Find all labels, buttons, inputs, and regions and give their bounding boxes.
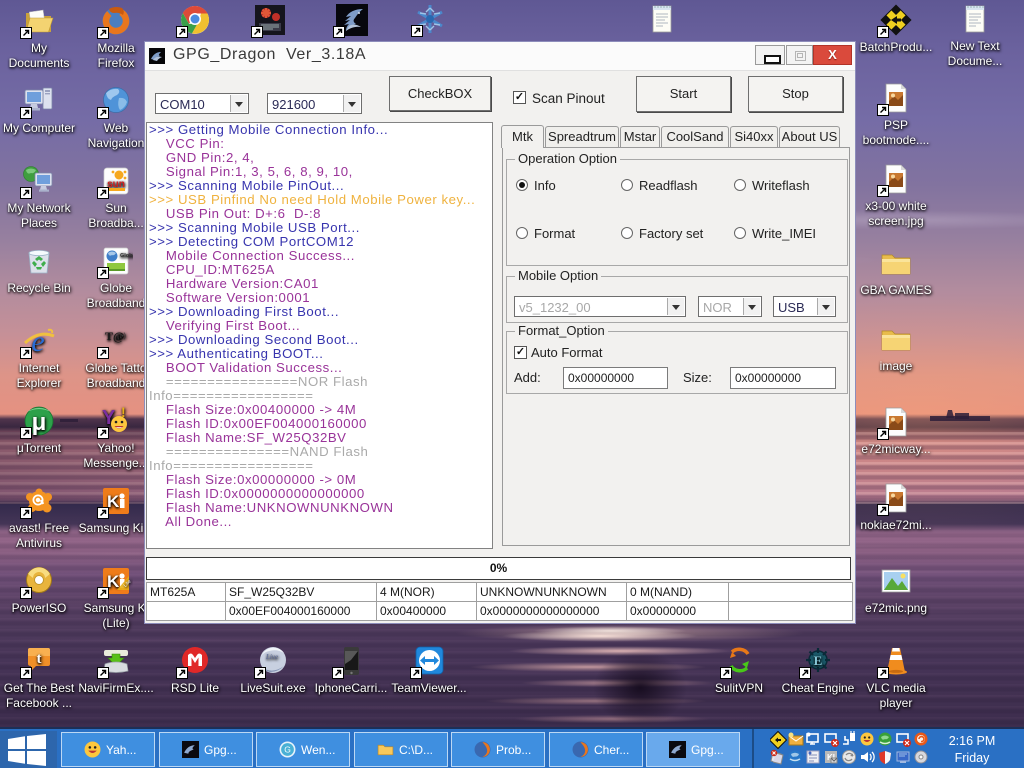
svg-text:e: e — [31, 325, 44, 358]
svg-text:t: t — [37, 651, 42, 667]
svg-text:G: G — [284, 745, 291, 755]
svg-text:Live: Live — [265, 653, 278, 661]
svg-text:(t•): (t•) — [117, 333, 126, 340]
svg-text:Globe: Globe — [120, 253, 133, 259]
svg-text:E: E — [814, 653, 823, 668]
svg-text:μ: μ — [32, 409, 47, 436]
